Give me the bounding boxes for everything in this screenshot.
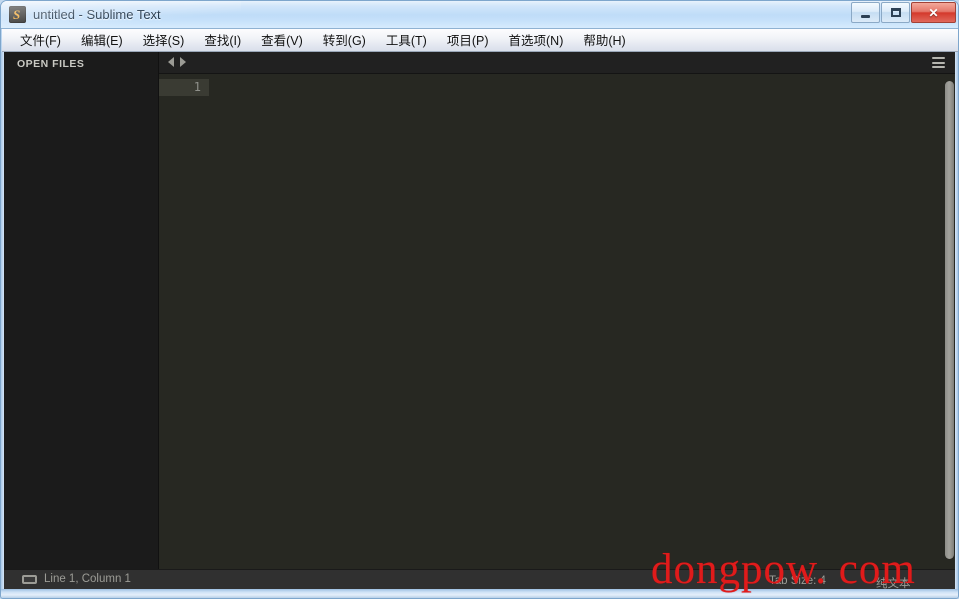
hamburger-menu-icon[interactable] <box>932 57 945 68</box>
status-cursor-position: Line 1, Column 1 <box>44 573 131 585</box>
status-tab-size[interactable]: Tab Size: 4 <box>769 575 826 587</box>
editor-area[interactable]: 1 <box>159 74 957 569</box>
menu-item-project[interactable]: 项目(P) <box>438 28 498 52</box>
status-position-group[interactable]: Line 1, Column 1 <box>22 573 131 585</box>
window-border-right <box>955 52 958 589</box>
chevron-left-icon[interactable] <box>168 57 174 67</box>
status-bar: Line 1, Column 1 Tab Size: 4 纯文本 <box>4 569 957 591</box>
menu-item-tools[interactable]: 工具(T) <box>377 28 436 52</box>
menu-item-find[interactable]: 查找(I) <box>195 28 250 52</box>
maximize-icon <box>882 3 909 22</box>
sidebar[interactable]: OPEN FILES <box>4 52 159 569</box>
window-border-bottom <box>1 589 958 598</box>
sublime-text-icon: S <box>9 6 26 23</box>
chevron-right-icon[interactable] <box>180 57 186 67</box>
minimize-icon <box>852 3 879 22</box>
maximize-button[interactable] <box>881 2 910 23</box>
encoding-icon <box>22 574 37 584</box>
menu-item-selection[interactable]: 选择(S) <box>134 28 194 52</box>
menu-item-file[interactable]: 文件(F) <box>11 28 70 52</box>
menu-item-view[interactable]: 查看(V) <box>252 28 312 52</box>
tab-bar <box>159 52 957 74</box>
title-bar[interactable]: S untitled - Sublime Text ✕ <box>1 1 958 29</box>
app-icon-glyph: S <box>13 7 21 22</box>
menu-item-preferences[interactable]: 首选项(N) <box>500 28 573 52</box>
window-controls: ✕ <box>850 2 956 23</box>
hamburger-line <box>932 61 945 64</box>
menu-item-goto[interactable]: 转到(G) <box>314 28 375 52</box>
menu-bar: 文件(F) 编辑(E) 选择(S) 查找(I) 查看(V) 转到(G) 工具(T… <box>2 28 958 52</box>
window-border-left <box>1 52 4 589</box>
gutter-active-line: 1 <box>159 79 209 96</box>
close-button[interactable]: ✕ <box>911 2 956 23</box>
tab-navigation <box>168 57 186 67</box>
sidebar-section-open-files: OPEN FILES <box>17 58 85 70</box>
window-title: untitled - Sublime Text <box>33 7 161 22</box>
minimize-button[interactable] <box>851 2 880 23</box>
menu-item-edit[interactable]: 编辑(E) <box>72 28 132 52</box>
application-window: S untitled - Sublime Text ✕ 文件(F) 编辑(E) … <box>0 0 959 599</box>
hamburger-line <box>932 66 945 68</box>
editor-scrollbar-thumb[interactable] <box>945 81 954 559</box>
menu-item-help[interactable]: 帮助(H) <box>574 28 634 52</box>
hamburger-line <box>932 57 945 59</box>
main-workspace: OPEN FILES 1 <box>4 52 957 569</box>
close-icon: ✕ <box>928 5 939 20</box>
line-number-1: 1 <box>193 80 201 94</box>
